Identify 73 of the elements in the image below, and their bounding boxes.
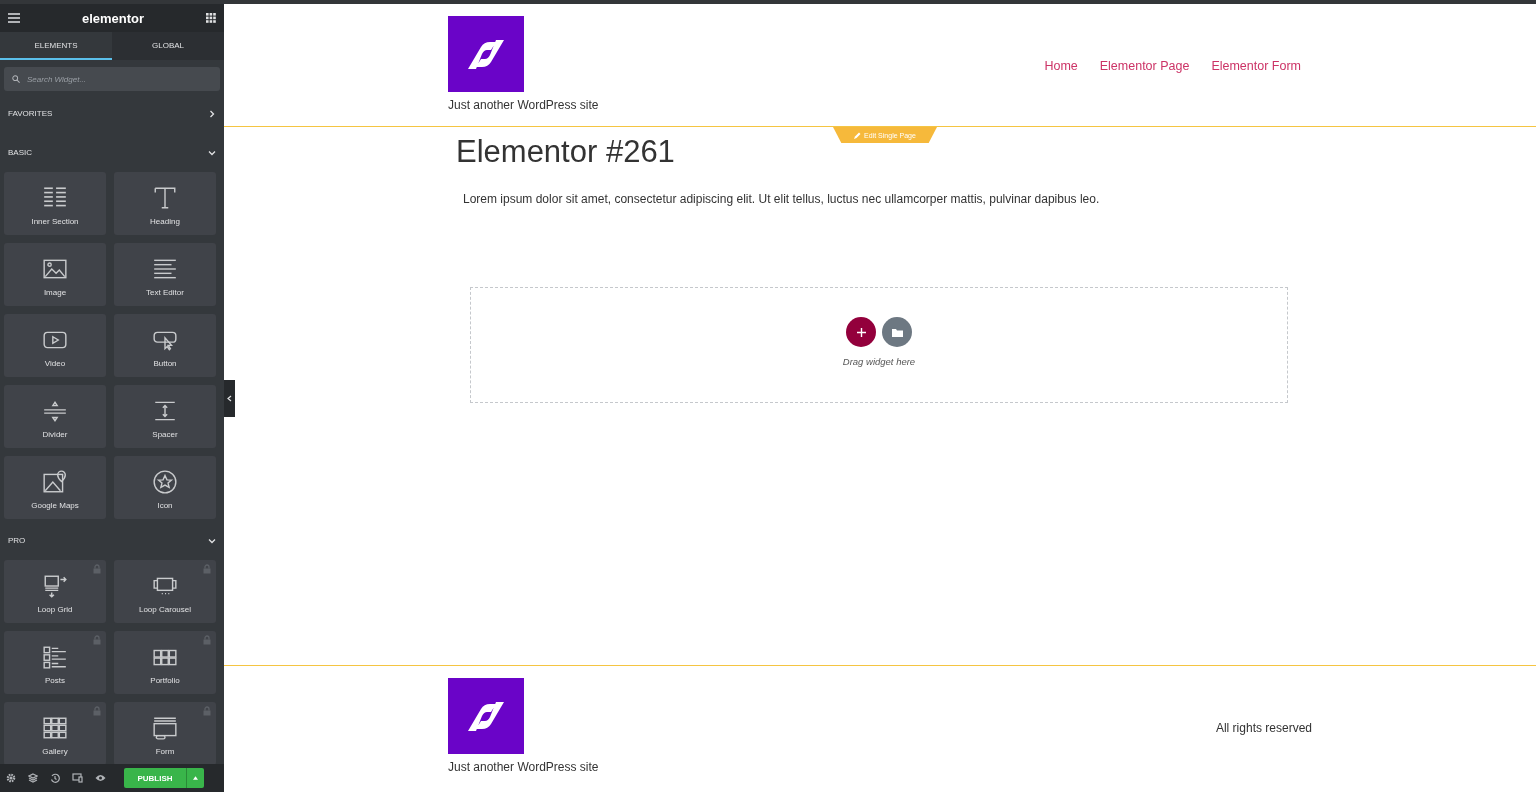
add-section-button[interactable] <box>846 317 876 347</box>
history-icon[interactable] <box>50 773 60 783</box>
chevron-right-icon <box>208 109 216 118</box>
template-library-button[interactable] <box>882 317 912 347</box>
widget-label: Posts <box>45 676 65 685</box>
responsive-icon[interactable] <box>72 773 83 783</box>
site-tagline: Just another WordPress site <box>448 760 599 774</box>
plus-icon <box>856 327 866 337</box>
widget-tile[interactable]: Form <box>114 702 216 764</box>
widget-tile[interactable]: Icon <box>114 456 216 519</box>
category-header[interactable]: BASIC <box>0 133 224 172</box>
widget-icon <box>152 715 178 741</box>
category-header[interactable]: FAVORITES <box>0 94 224 133</box>
body-paragraph: Lorem ipsum dolor sit amet, consectetur adipiscing elit. Ut elit tellus, luctus nec ullamcorper mattis, pulvinar dapibus leo. <box>463 192 1101 206</box>
chevron-down-icon <box>208 536 216 545</box>
panel-tab[interactable]: GLOBAL <box>112 32 224 60</box>
widget-icon <box>42 715 68 741</box>
folder-icon <box>891 327 903 337</box>
widget-tile[interactable]: Google Maps <box>4 456 106 519</box>
nav-link[interactable]: Elementor Form <box>1211 59 1301 74</box>
widget-tile[interactable]: Gallery <box>4 702 106 764</box>
widget-label: Button <box>153 359 177 368</box>
category-header[interactable]: PRO <box>0 521 224 560</box>
widget-tile[interactable]: Text Editor <box>114 243 216 306</box>
widget-tile[interactable]: Portfolio <box>114 631 216 694</box>
widget-icon <box>152 469 178 495</box>
nav-link[interactable]: Home <box>1044 59 1078 74</box>
widget-label: Spacer <box>152 430 178 439</box>
widget-label: Inner Section <box>31 217 79 226</box>
settings-icon[interactable] <box>6 773 16 783</box>
widget-label: Heading <box>150 217 180 226</box>
app-logo: elementor <box>81 10 145 26</box>
collapse-handle[interactable] <box>224 380 235 417</box>
widget-icon <box>42 644 68 670</box>
widget-tile[interactable]: Inner Section <box>4 172 106 235</box>
search-input[interactable]: Search Widget... <box>25 73 189 85</box>
widget-tile[interactable]: Divider <box>4 385 106 448</box>
widget-label: Form <box>155 747 175 756</box>
widget-tile[interactable]: Posts <box>4 631 106 694</box>
search-field[interactable]: Search Widget... <box>4 67 220 91</box>
widget-tile[interactable]: Video <box>4 314 106 377</box>
widget-tile[interactable]: Image <box>4 243 106 306</box>
widget-label: Loop Grid <box>37 605 73 614</box>
apps-grid-icon[interactable] <box>206 13 216 23</box>
layers-icon[interactable] <box>28 773 38 783</box>
widget-label: Google Maps <box>31 501 79 510</box>
drop-hint: Drag widget here <box>842 356 916 367</box>
widget-label: Portfolio <box>150 676 180 685</box>
page-title: Elementor #261 <box>456 134 675 170</box>
chevron-down-icon <box>208 148 216 157</box>
eye-icon[interactable] <box>95 774 106 782</box>
caret-up-icon <box>193 776 198 780</box>
nav-link[interactable]: Elementor Page <box>1099 59 1190 74</box>
widget-label: Divider <box>42 430 68 439</box>
widget-label: Text Editor <box>146 288 184 297</box>
site-tagline: Just another WordPress site <box>448 98 599 112</box>
widget-label: Icon <box>157 501 173 510</box>
menu-icon[interactable] <box>8 13 20 23</box>
widget-label: Loop Carousel <box>138 605 191 614</box>
publish-options-button[interactable] <box>186 768 204 788</box>
widget-tile[interactable]: Heading <box>114 172 216 235</box>
widget-label: Image <box>43 288 67 297</box>
copyright-text: All rights reserved <box>1215 721 1312 737</box>
widget-icon <box>42 573 68 599</box>
widget-icon <box>152 185 178 211</box>
widget-label: Video <box>44 359 66 368</box>
widget-tile[interactable]: Loop Grid <box>4 560 106 623</box>
widget-tile[interactable]: Spacer <box>114 385 216 448</box>
widget-icon <box>42 469 68 495</box>
search-icon <box>12 75 20 83</box>
widget-tile[interactable]: Button <box>114 314 216 377</box>
widget-label: Gallery <box>42 747 68 756</box>
widget-tile[interactable]: Loop Carousel <box>114 560 216 623</box>
